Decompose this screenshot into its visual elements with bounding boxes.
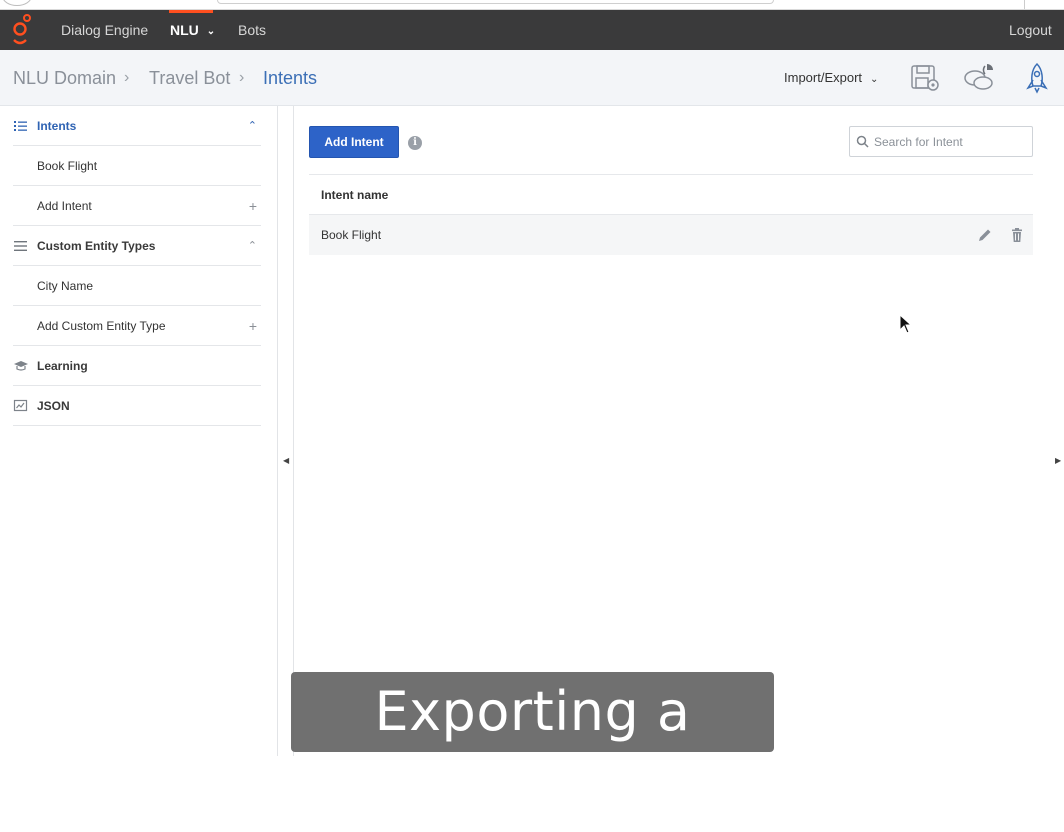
sidebar-item-learning[interactable]: Learning bbox=[13, 346, 261, 386]
breadcrumb-intents: Intents bbox=[263, 68, 318, 88]
table-row[interactable]: Book Flight bbox=[309, 215, 1033, 255]
video-caption: Exporting a domain bbox=[291, 672, 774, 823]
browser-toolbar bbox=[0, 0, 1064, 10]
nav-nlu[interactable]: NLU ⌄ bbox=[170, 10, 215, 50]
info-icon[interactable]: i bbox=[408, 136, 422, 150]
breadcrumb-separator-icon: › bbox=[239, 69, 245, 86]
chevron-up-icon[interactable]: ⌃ bbox=[248, 106, 257, 146]
chevron-down-icon: ⌄ bbox=[206, 26, 216, 37]
sidebar-item-json[interactable]: JSON bbox=[13, 386, 261, 426]
browser-divider bbox=[1024, 0, 1025, 9]
intent-name-cell: Book Flight bbox=[321, 228, 382, 242]
chat-test-icon[interactable] bbox=[963, 62, 997, 94]
plus-icon[interactable]: + bbox=[249, 306, 257, 346]
browser-button[interactable] bbox=[2, 0, 32, 6]
browser-address-bar[interactable] bbox=[217, 0, 774, 4]
breadcrumb-travel-bot[interactable]: Travel Bot bbox=[149, 50, 230, 106]
edit-pencil-icon[interactable] bbox=[977, 227, 993, 243]
plus-icon[interactable]: + bbox=[249, 186, 257, 226]
sidebar-item-add-custom-entity-type[interactable]: Add Custom Entity Type + bbox=[13, 306, 261, 346]
nav-dialog-engine[interactable]: Dialog Engine bbox=[61, 10, 148, 50]
search-icon bbox=[856, 135, 869, 148]
chevron-up-icon[interactable]: ⌃ bbox=[248, 226, 257, 266]
column-header-intent-name[interactable]: Intent name bbox=[321, 188, 388, 202]
collapse-right-icon[interactable]: ▶ bbox=[1055, 456, 1061, 465]
sidebar-item-intents[interactable]: Intents ⌃ bbox=[13, 106, 261, 146]
menu-icon bbox=[14, 241, 27, 251]
search-intent-input[interactable] bbox=[874, 127, 1030, 156]
json-icon bbox=[13, 399, 28, 412]
add-intent-button[interactable]: Add Intent bbox=[309, 126, 399, 158]
top-nav: Dialog Engine NLU ⌄ Bots Logout bbox=[0, 10, 1064, 50]
page-header: NLU Domain › Travel Bot › Intents Import… bbox=[0, 50, 1064, 106]
rocket-deploy-icon[interactable] bbox=[1020, 62, 1054, 94]
table-header: Intent name bbox=[309, 174, 1033, 215]
breadcrumb-nlu-domain[interactable]: NLU Domain bbox=[13, 50, 116, 106]
save-settings-icon[interactable] bbox=[908, 62, 942, 94]
genesys-logo-icon[interactable] bbox=[10, 13, 34, 47]
sidebar-item-add-intent[interactable]: Add Intent + bbox=[13, 186, 261, 226]
delete-trash-icon[interactable] bbox=[1009, 227, 1025, 243]
breadcrumb-separator-icon: › bbox=[124, 69, 130, 86]
graduation-cap-icon bbox=[14, 361, 28, 371]
sidebar-item-city-name[interactable]: City Name bbox=[13, 266, 261, 306]
mouse-cursor-icon bbox=[899, 314, 913, 334]
search-box bbox=[849, 126, 1033, 157]
collapse-left-icon[interactable]: ◀ bbox=[283, 456, 289, 465]
import-export-menu[interactable]: Import/Export ⌄ bbox=[784, 50, 878, 106]
sidebar-item-book-flight[interactable]: Book Flight bbox=[13, 146, 261, 186]
logout-link[interactable]: Logout bbox=[1009, 10, 1052, 50]
chevron-down-icon: ⌄ bbox=[870, 74, 879, 85]
nav-bots[interactable]: Bots bbox=[238, 10, 266, 50]
sidebar-item-custom-entity-types[interactable]: Custom Entity Types ⌃ bbox=[13, 226, 261, 266]
list-icon bbox=[14, 121, 27, 131]
